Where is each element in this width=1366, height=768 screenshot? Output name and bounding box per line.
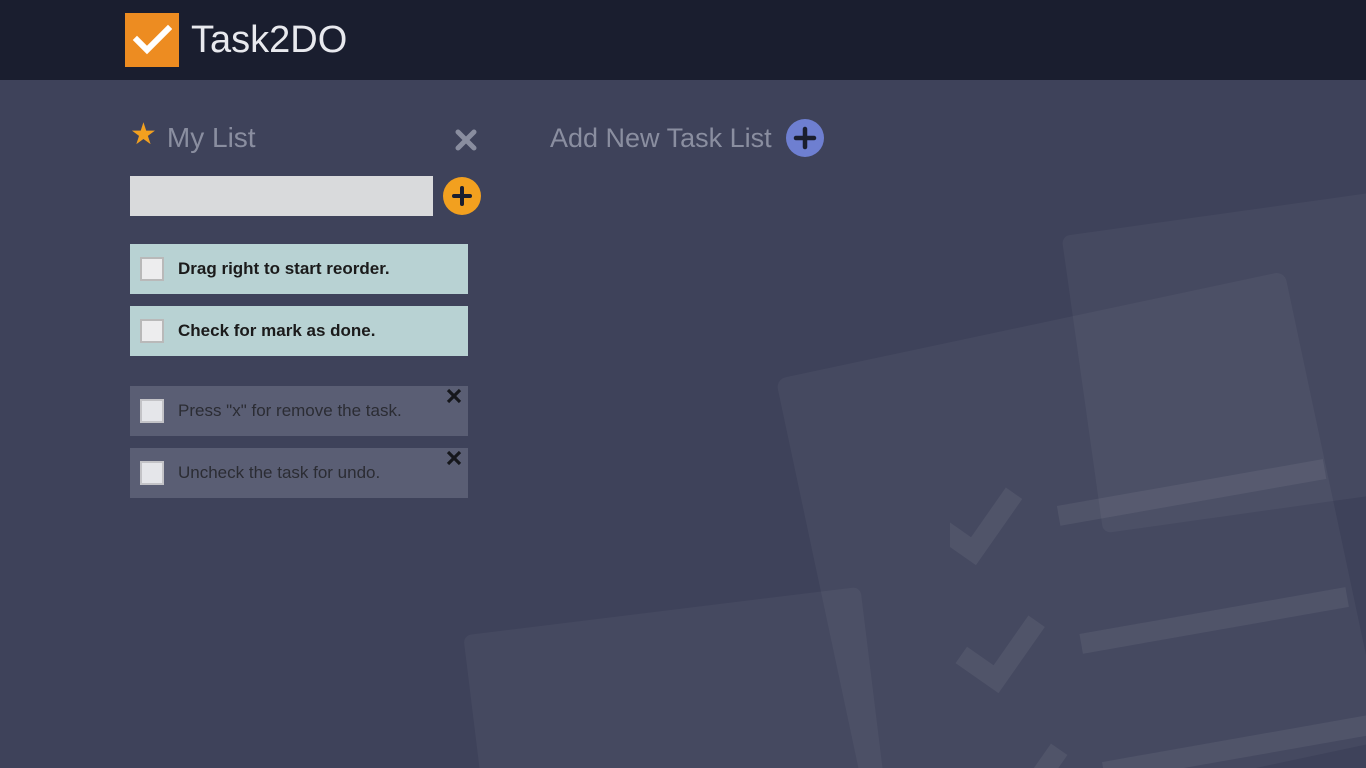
background-decoration (776, 271, 1366, 768)
app-title-part3: DO (290, 19, 347, 61)
task-row[interactable]: Check for mark as done. (130, 306, 468, 356)
background-decoration (1062, 167, 1366, 534)
background-checklist-icon (950, 420, 1366, 768)
add-list-column: Add New Task List (550, 120, 905, 156)
list-header: ★ My List (130, 120, 485, 156)
task-label: Check for mark as done. (178, 321, 375, 341)
app-title-part1: Task (191, 19, 269, 61)
app-title: Task2DO (191, 19, 347, 62)
task-checkbox[interactable] (140, 257, 164, 281)
background-decoration (463, 587, 897, 768)
add-task-button[interactable] (443, 177, 481, 215)
task-label: Drag right to start reorder. (178, 259, 390, 279)
completed-tasks: Press "x" for remove the task. Uncheck t… (130, 386, 485, 498)
new-task-row (130, 176, 485, 216)
task-label: Uncheck the task for undo. (178, 463, 380, 483)
task-row[interactable]: Uncheck the task for undo. (130, 448, 468, 498)
task-checkbox[interactable] (140, 399, 164, 423)
list-title: My List (167, 122, 447, 154)
add-list-label: Add New Task List (550, 123, 772, 154)
add-list-header: Add New Task List (550, 120, 905, 156)
add-list-button[interactable] (786, 119, 824, 157)
app-logo-icon (125, 13, 179, 67)
task-row[interactable]: Press "x" for remove the task. (130, 386, 468, 436)
star-icon: ★ (130, 120, 157, 150)
app-title-part2: 2 (269, 19, 290, 61)
main-content: ★ My List Drag right to start reorder. C… (0, 80, 1366, 768)
new-task-input[interactable] (130, 176, 433, 216)
remove-task-button[interactable] (446, 388, 462, 404)
task-list-column: ★ My List Drag right to start reorder. C… (130, 120, 485, 498)
task-checkbox[interactable] (140, 461, 164, 485)
task-label: Press "x" for remove the task. (178, 401, 402, 421)
task-checkbox[interactable] (140, 319, 164, 343)
close-list-button[interactable] (447, 125, 485, 155)
app-header: Task2DO (0, 0, 1366, 80)
active-tasks: Drag right to start reorder. Check for m… (130, 244, 485, 356)
remove-task-button[interactable] (446, 450, 462, 466)
task-row[interactable]: Drag right to start reorder. (130, 244, 468, 294)
